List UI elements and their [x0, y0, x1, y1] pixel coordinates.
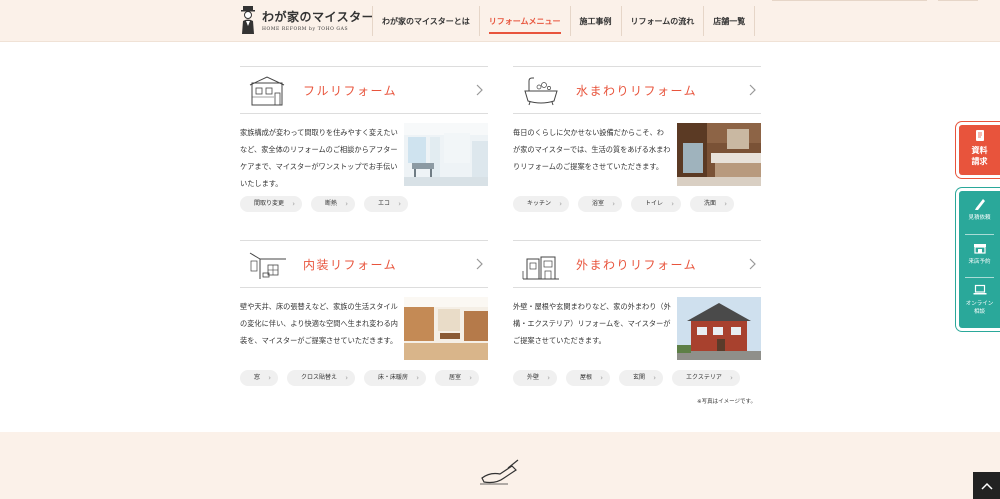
- meister-figure-icon: [241, 6, 255, 34]
- card-header-link[interactable]: フルリフォーム: [240, 66, 488, 114]
- photo-note: ※写真はイメージです。: [697, 399, 756, 405]
- chevron-right-icon: [749, 84, 756, 96]
- tag-link[interactable]: エコ: [364, 196, 409, 212]
- tag-link[interactable]: トイレ: [631, 196, 682, 212]
- side-action-panel: 見積依頼 来店予約 オンライン相談: [956, 188, 1000, 331]
- estimate-button[interactable]: 見積依頼: [959, 197, 1000, 222]
- card-description: 毎日のくらしに欠かせない設備だからこそ、わが家のマイスターでは、生活の質をあげる…: [513, 128, 671, 171]
- house-illustration-icon: [249, 76, 285, 106]
- search-button-edge[interactable]: [938, 0, 978, 1]
- card-description: 壁や天井、床の張替えなど、家族の生活スタイルの変化に伴い、より快適な空間へ生まれ…: [240, 302, 398, 345]
- document-icon: [975, 130, 984, 141]
- room-interior-illustration-icon: [249, 252, 286, 279]
- visit-reservation-button[interactable]: 来店予約: [959, 241, 1000, 266]
- exterior-illustration-icon: [522, 256, 559, 280]
- card-title: 内装リフォーム: [303, 258, 398, 272]
- card-description: 家族構成が変わって間取りを住みやすく変えたいなど、家全体のリフォームのご相談から…: [240, 128, 398, 188]
- divider: [965, 277, 994, 278]
- logo-title: わが家のマイスター: [262, 10, 375, 24]
- tag-list: 外壁 屋根 玄関 エクステリア: [513, 370, 740, 386]
- tag-link[interactable]: 洗面: [690, 196, 735, 212]
- pen-icon: [974, 199, 985, 210]
- interior-photo[interactable]: [404, 297, 488, 360]
- search-box-edge[interactable]: [772, 0, 927, 1]
- laptop-icon: [973, 284, 986, 295]
- tag-link[interactable]: エクステリア: [672, 370, 740, 386]
- online-consult-button[interactable]: オンライン相談: [959, 283, 1000, 316]
- estimate-label: 見積依頼: [968, 215, 991, 221]
- tag-link[interactable]: クロス貼替え: [287, 370, 356, 386]
- bathtub-illustration-icon: [524, 77, 558, 106]
- card-header-link[interactable]: 内装リフォーム: [240, 240, 488, 288]
- chevron-right-icon: [749, 258, 756, 270]
- site-logo[interactable]: わが家のマイスター HOME REFORM by TOHO GAS: [240, 6, 374, 34]
- visit-reservation-label: 来店予約: [968, 259, 991, 265]
- online-consult-label: オンライン相談: [965, 301, 994, 315]
- chevron-up-icon: [980, 482, 993, 490]
- card-title: フルリフォーム: [303, 84, 398, 98]
- card-header-link[interactable]: 外まわりリフォーム: [513, 240, 761, 288]
- tag-link[interactable]: 浴室: [578, 196, 623, 212]
- tag-link[interactable]: 居室: [435, 370, 480, 386]
- card-description: 外壁・屋根や玄関まわりなど、家の外まわり（外構・エクステリア）リフォームを、マイ…: [513, 302, 671, 345]
- tag-list: 間取り変更 断熱 エコ: [240, 196, 409, 212]
- house-exterior-photo[interactable]: [677, 297, 761, 360]
- card-header-link[interactable]: 水まわりリフォーム: [513, 66, 761, 114]
- tag-link[interactable]: 外壁: [513, 370, 558, 386]
- tag-link[interactable]: 窓: [240, 370, 279, 386]
- tag-list: 窓 クロス貼替え 床・床暖房 居室: [240, 370, 480, 386]
- divider: [965, 234, 994, 235]
- chevron-right-icon: [476, 258, 483, 270]
- global-nav: わが家のマイスターとは リフォームメニュー 施工事例 リフォームの流れ 店舗一覧: [372, 6, 756, 36]
- writing-hand-icon: [480, 459, 519, 485]
- nav-reform-menu[interactable]: リフォームメニュー: [478, 6, 570, 36]
- card-title: 水まわりリフォーム: [576, 84, 698, 98]
- card-interior-reform: 内装リフォーム 壁や天井、床の張替えなど、家族の生活スタイルの変化に伴い、より快…: [240, 240, 488, 390]
- nav-works[interactable]: 施工事例: [569, 6, 621, 36]
- shop-icon: [973, 244, 986, 254]
- document-request-label: 資料請求: [971, 146, 988, 166]
- logo-subtitle: HOME REFORM by TOHO GAS: [262, 27, 349, 32]
- card-title: 外まわりリフォーム: [576, 258, 698, 272]
- nav-flow[interactable]: リフォームの流れ: [620, 6, 704, 36]
- tag-link[interactable]: キッチン: [513, 196, 570, 212]
- nav-shops[interactable]: 店舗一覧: [703, 6, 756, 36]
- tag-link[interactable]: 断熱: [311, 196, 356, 212]
- card-water-reform: 水まわりリフォーム 毎日のくらしに欠かせない設備だからこそ、わが家のマイスターで…: [513, 66, 761, 216]
- tag-link[interactable]: 屋根: [566, 370, 611, 386]
- chevron-right-icon: [476, 84, 483, 96]
- living-room-photo[interactable]: [404, 123, 488, 186]
- card-exterior-reform: 外まわりリフォーム 外壁・屋根や玄関まわりなど、家の外まわり（外構・エクステリア…: [513, 240, 761, 390]
- page-top-button[interactable]: [973, 472, 1000, 499]
- bathroom-photo[interactable]: [677, 123, 761, 186]
- tag-link[interactable]: 間取り変更: [240, 196, 303, 212]
- nav-about[interactable]: わが家のマイスターとは: [372, 6, 479, 36]
- site-header: わが家のマイスター HOME REFORM by TOHO GAS わが家のマイ…: [0, 0, 1000, 42]
- card-full-reform: フルリフォーム 家族構成が変わって間取りを住みやすく変えたいなど、家全体のリフォ…: [240, 66, 488, 216]
- tag-list: キッチン 浴室 トイレ 洗面: [513, 196, 735, 212]
- document-request-button[interactable]: 資料請求: [956, 122, 1000, 178]
- tag-link[interactable]: 玄関: [619, 370, 664, 386]
- tag-link[interactable]: 床・床暖房: [364, 370, 427, 386]
